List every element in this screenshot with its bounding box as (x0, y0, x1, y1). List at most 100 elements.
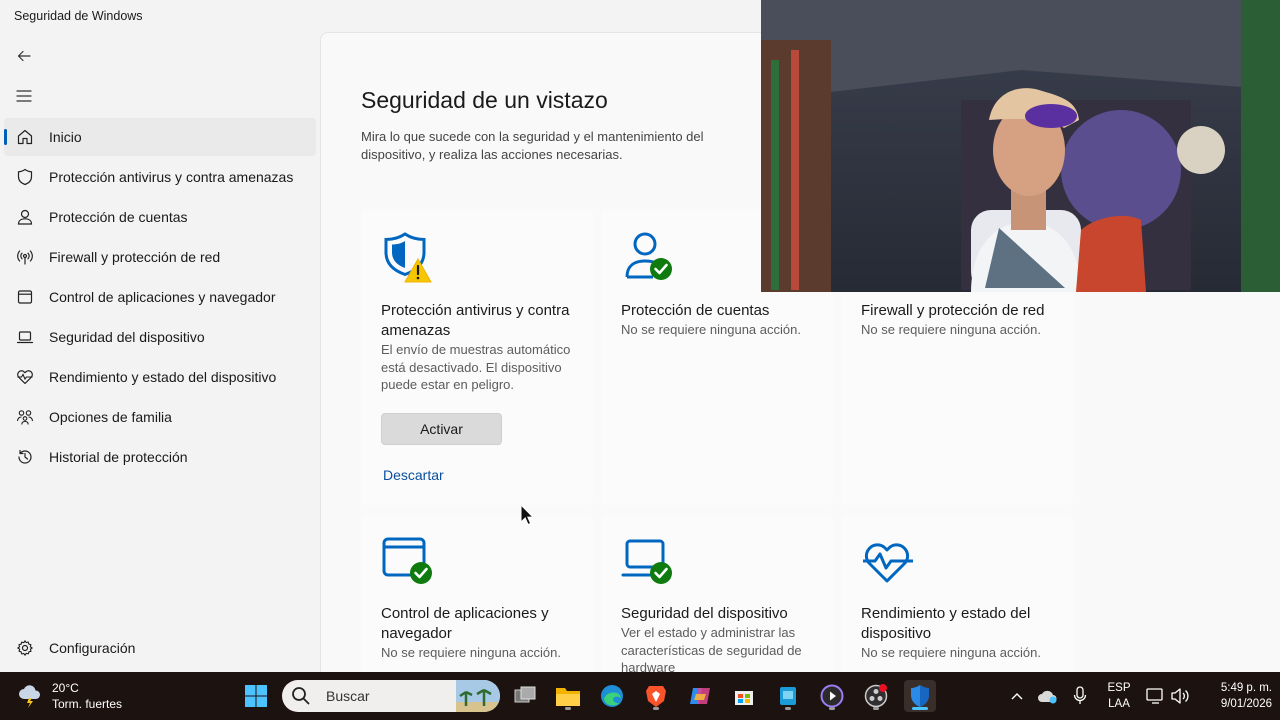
page-description: Mira lo que sucede con la seguridad y el… (361, 129, 704, 162)
clock-date: 9/01/2026 (1220, 698, 1272, 710)
language-line2: LAA (1108, 698, 1130, 710)
language-indicator[interactable]: ESP LAA (1102, 680, 1136, 712)
language-line1: ESP (1107, 682, 1131, 694)
card-description: No se requiere ninguna acción. (621, 322, 801, 337)
start-button[interactable] (240, 680, 272, 712)
windows-security-taskbar-button[interactable] (904, 680, 936, 712)
card-description: No se requiere ninguna acción. (381, 645, 561, 660)
blue-app-icon (780, 687, 796, 705)
clock[interactable]: 5:49 p. m. 9/01/2026 (1200, 680, 1272, 712)
webcam-overlay (761, 0, 1280, 292)
sidebar-item-label: Firewall y protección de red (49, 249, 221, 265)
media-player-button[interactable] (816, 680, 848, 712)
hamburger-icon (16, 90, 32, 102)
menu-button[interactable] (12, 84, 36, 108)
sidebar-item-antivirus[interactable]: Protección antivirus y contra amenazas (4, 158, 316, 196)
search-highlight-image (456, 680, 500, 712)
shield-icon (15, 167, 35, 187)
card-title: Firewall y protección de red (861, 302, 1045, 319)
laptop-icon (15, 327, 35, 347)
store-icon (735, 691, 753, 705)
weather-temp: 20°C (52, 681, 79, 695)
browser-check-icon (382, 537, 432, 584)
person-icon (15, 207, 35, 227)
history-icon (15, 447, 35, 467)
sidebar-item-label: Historial de protección (49, 449, 188, 465)
card-description: No se requiere ninguna acción. (861, 322, 1041, 337)
app-title: Seguridad de Windows (14, 9, 143, 23)
heart-pulse-icon (15, 367, 35, 387)
file-explorer-button[interactable] (552, 680, 584, 712)
laptop-check-icon (621, 539, 672, 584)
obs-button[interactable] (860, 680, 892, 712)
copilot-button[interactable] (684, 680, 716, 712)
sidebar-item-label: Control de aplicaciones y navegador (49, 289, 276, 305)
back-button[interactable] (12, 44, 36, 68)
play-icon (820, 684, 844, 708)
home-icon (15, 127, 35, 147)
cloud-icon (1038, 690, 1057, 704)
chevron-up-icon (1011, 693, 1023, 700)
card-title: Control de aplicaciones y navegador (381, 605, 549, 642)
browser-window-icon (15, 287, 35, 307)
microphone-icon (1073, 686, 1087, 704)
card-aplicaciones[interactable]: Control de aplicaciones y navegador No s… (361, 515, 593, 672)
microphone-tray-button[interactable] (1064, 680, 1096, 712)
sidebar-item-label: Seguridad del dispositivo (49, 329, 205, 345)
weather-widget[interactable]: 20°C Torm. fuertes (16, 680, 122, 712)
edge-icon (601, 685, 623, 707)
settings-label: Configuración (49, 640, 136, 656)
task-view-button[interactable] (509, 680, 541, 712)
folder-icon (556, 688, 580, 706)
windows-security-window: Seguridad de Windows Inicio Protección a… (0, 0, 1280, 672)
family-icon (15, 407, 35, 427)
taskbar: 20°C Torm. fuertes Buscar ESP LAA 5:49 p… (0, 672, 1280, 720)
sidebar-item-cuentas[interactable]: Protección de cuentas (4, 198, 316, 236)
heart-pulse-icon (863, 543, 913, 583)
sidebar-item-label: Protección antivirus y contra amenazas (49, 169, 294, 185)
security-shield-icon (911, 685, 929, 707)
person-check-icon (625, 232, 672, 280)
card-title: Rendimiento y estado del dispositivo (861, 605, 1031, 642)
sidebar-item-familia[interactable]: Opciones de familia (4, 398, 316, 436)
search-icon (292, 687, 310, 705)
card-title: Protección de cuentas (621, 302, 770, 319)
sidebar-item-historial[interactable]: Historial de protección (4, 438, 316, 476)
obs-record-icon (864, 684, 888, 708)
gear-icon (15, 638, 35, 658)
shield-warning-icon (384, 232, 432, 283)
card-dispositivo[interactable]: Seguridad del dispositivo Ver el estado … (601, 515, 833, 672)
app-button-blue[interactable] (772, 680, 804, 712)
sidebar-item-dispositivo[interactable]: Seguridad del dispositivo (4, 318, 316, 356)
weather-condition: Torm. fuertes (52, 697, 123, 711)
card-description: El envío de muestras automático está des… (381, 342, 571, 392)
sidebar-item-label: Opciones de familia (49, 409, 172, 425)
card-rendimiento[interactable]: Rendimiento y estado del dispositivo No … (841, 515, 1073, 672)
edge-button[interactable] (596, 680, 628, 712)
sidebar-item-label: Protección de cuentas (49, 209, 188, 225)
sidebar-item-label: Rendimiento y estado del dispositivo (49, 369, 277, 385)
network-monitor-icon (1146, 688, 1163, 704)
sidebar-item-inicio[interactable]: Inicio (4, 118, 316, 156)
search-placeholder: Buscar (326, 688, 370, 704)
brave-button[interactable] (640, 680, 672, 712)
store-button[interactable] (728, 680, 760, 712)
brave-icon (646, 686, 666, 707)
windows-logo-icon (245, 685, 267, 707)
clock-time: 5:49 p. m. (1220, 682, 1272, 694)
sidebar-item-firewall[interactable]: Firewall y protección de red (4, 238, 316, 276)
show-hidden-icons-button[interactable] (1001, 680, 1033, 712)
sidebar-item-rendimiento[interactable]: Rendimiento y estado del dispositivo (4, 358, 316, 396)
sidebar-item-aplicaciones[interactable]: Control de aplicaciones y navegador (4, 278, 316, 316)
volume-tray-button[interactable] (1164, 680, 1196, 712)
onedrive-tray-button[interactable] (1032, 680, 1064, 712)
activar-button[interactable]: Activar (381, 413, 502, 445)
task-view-icon (514, 686, 536, 703)
taskbar-search[interactable]: Buscar (282, 680, 500, 712)
card-title: Protección antivirus y contra amenazas (381, 302, 570, 339)
card-antivirus[interactable]: Protección antivirus y contra amenazas E… (361, 209, 593, 505)
sidebar-item-configuracion[interactable]: Configuración (4, 629, 316, 667)
card-description: Ver el estado y administrar las caracter… (621, 625, 802, 672)
descartar-link[interactable]: Descartar (383, 467, 444, 483)
page-title: Seguridad de un vistazo (361, 87, 608, 113)
